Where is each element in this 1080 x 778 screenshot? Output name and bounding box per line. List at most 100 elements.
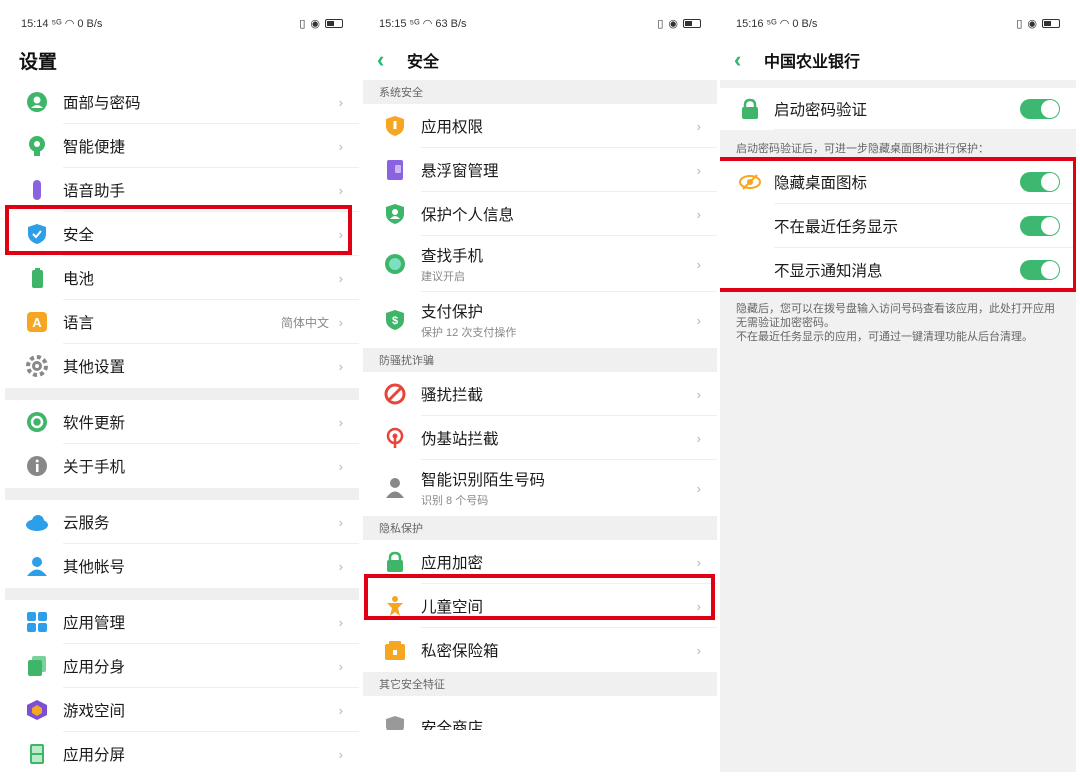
language-icon: A — [25, 310, 49, 334]
lock-icon — [738, 97, 762, 121]
hide-description-line-1: 隐藏后，您可以在拨号盘输入访问号码查看该应用，此处打开应用无需验证加密密码。 — [736, 303, 1055, 329]
settings-item-battery[interactable]: 电池 › — [5, 256, 359, 300]
settings-item-about[interactable]: 关于手机 › — [5, 444, 359, 488]
chevron-right-icon: › — [338, 94, 343, 110]
wifi-icon: ◠ — [64, 17, 75, 30]
battery-status-icon — [683, 18, 701, 28]
vibrate-icon: ▯ — [1016, 17, 1023, 30]
security-item-safe-store[interactable]: 安全商店 — [363, 696, 717, 730]
chevron-right-icon: › — [338, 514, 343, 530]
settings-item-label: 应用分身 — [63, 659, 126, 676]
status-speed: 0 B/s — [792, 17, 818, 30]
security-item-payment[interactable]: $ 支付保护 保护 12 次支付操作 › — [363, 292, 717, 348]
clone-icon — [25, 654, 49, 678]
chevron-right-icon: › — [338, 614, 343, 630]
settings-item-label: 语音助手 — [63, 183, 126, 200]
chevron-right-icon: › — [696, 256, 701, 272]
chevron-right-icon: › — [696, 312, 701, 328]
status-bar: 15:15 ⁵ᴳ ◠ 63 B/s ▯ ◉ — [363, 6, 717, 40]
chevron-right-icon: › — [338, 458, 343, 474]
safe-icon — [383, 638, 407, 662]
status-time: 15:14 — [21, 17, 49, 30]
vibrate-icon: ▯ — [299, 17, 306, 30]
settings-item-face-password[interactable]: 面部与密码 › — [5, 80, 359, 124]
security-item-unknown-number[interactable]: 智能识别陌生号码 识别 8 个号码 › — [363, 460, 717, 516]
antenna-icon — [383, 426, 407, 450]
settings-item-label: 智能便捷 — [63, 139, 126, 156]
security-item-private-safe[interactable]: 私密保险箱 › — [363, 628, 717, 672]
section-header: 系统安全 — [363, 80, 717, 104]
chevron-right-icon: › — [338, 702, 343, 718]
security-item-app-permissions[interactable]: 应用权限 › — [363, 104, 717, 148]
settings-item-update[interactable]: 软件更新 › — [5, 400, 359, 444]
settings-item-label: 其他设置 — [63, 359, 126, 376]
security-item-label: 查找手机 — [421, 248, 484, 265]
chevron-right-icon: › — [696, 162, 701, 178]
security-item-find-phone[interactable]: 查找手机 建议开启 › — [363, 236, 717, 292]
chevron-right-icon: › — [338, 658, 343, 674]
security-item-fake-station[interactable]: 伪基站拦截 › — [363, 416, 717, 460]
app-lock-detail-screen: 15:16 ⁵ᴳ ◠ 0 B/s ▯ ◉ ‹ 中国农业银行 启动密码验证 启动密码… — [720, 6, 1076, 772]
status-speed: 0 B/s — [77, 17, 103, 30]
security-item-label: 应用加密 — [421, 555, 484, 572]
back-icon[interactable]: ‹ — [377, 49, 399, 71]
status-time: 15:15 — [379, 17, 407, 30]
settings-item-other[interactable]: 其他设置 › — [5, 344, 359, 388]
vibrate-icon: ▯ — [657, 17, 664, 30]
section-header: 防骚扰诈骗 — [363, 348, 717, 372]
settings-item-label: 电池 — [63, 271, 95, 288]
chevron-right-icon: › — [696, 118, 701, 134]
game-icon — [25, 698, 49, 722]
settings-item-label: 应用管理 — [63, 615, 126, 632]
chevron-right-icon: › — [338, 314, 343, 330]
page-title: 安全 — [407, 54, 440, 71]
chevron-right-icon: › — [338, 558, 343, 574]
lock-icon — [383, 550, 407, 574]
settings-item-game-space[interactable]: 游戏空间 › — [5, 688, 359, 732]
settings-item-label: 语言 — [63, 315, 95, 332]
alarm-icon: ◉ — [1027, 17, 1037, 30]
chevron-right-icon: › — [696, 386, 701, 402]
settings-item-language[interactable]: A 语言 简体中文 › — [5, 300, 359, 344]
settings-item-app-management[interactable]: 应用管理 › — [5, 600, 359, 644]
smart-icon — [25, 134, 49, 158]
highlight-box — [720, 157, 1076, 292]
chevron-right-icon: › — [338, 182, 343, 198]
back-icon[interactable]: ‹ — [734, 49, 756, 71]
security-item-floating-window[interactable]: 悬浮窗管理 › — [363, 148, 717, 192]
highlight-box — [364, 574, 715, 620]
find-phone-icon — [383, 252, 407, 276]
security-item-label: 安全商店 — [421, 720, 484, 730]
settings-item-label: 其他帐号 — [63, 559, 126, 576]
section-divider — [5, 488, 359, 500]
password-verify-toggle[interactable] — [1020, 99, 1060, 119]
face-icon — [25, 90, 49, 114]
gear-icon — [25, 354, 49, 378]
chevron-right-icon: › — [696, 430, 701, 446]
language-value: 简体中文 — [280, 315, 329, 330]
password-verify-note: 启动密码验证后，可进一步隐藏桌面图标进行保护： — [736, 143, 989, 155]
hide-description-note: 隐藏后，您可以在拨号盘输入访问号码查看该应用，此处打开应用无需验证加密密码。 不… — [720, 292, 1076, 352]
account-icon — [25, 554, 49, 578]
settings-item-label: 游戏空间 — [63, 703, 126, 720]
settings-item-smart[interactable]: 智能便捷 › — [5, 124, 359, 168]
security-item-harassment-block[interactable]: 骚扰拦截 › — [363, 372, 717, 416]
settings-item-accounts[interactable]: 其他帐号 › — [5, 544, 359, 588]
hide-description-line-2: 不在最近任务显示的应用，可通过一键清理功能从后台清理。 — [736, 331, 1033, 343]
security-item-label: 伪基站拦截 — [421, 431, 499, 448]
chevron-right-icon: › — [696, 206, 701, 222]
settings-item-split-screen[interactable]: 应用分屏 › — [5, 732, 359, 772]
section-header: 隐私保护 — [363, 516, 717, 540]
settings-item-app-clone[interactable]: 应用分身 › — [5, 644, 359, 688]
status-speed: 63 B/s — [435, 17, 467, 30]
page-title: 中国农业银行 — [764, 54, 861, 71]
mic-icon — [25, 178, 49, 202]
status-signal: ⁵ᴳ — [766, 17, 777, 30]
settings-screen: 15:14 ⁵ᴳ ◠ 0 B/s ▯ ◉ 设置 面部与密码 › 智能便捷 › 语音助手… — [5, 6, 359, 772]
password-verify-label: 启动密码验证 — [774, 102, 868, 119]
settings-item-cloud[interactable]: 云服务 › — [5, 500, 359, 544]
settings-item-label: 关于手机 — [63, 459, 126, 476]
chevron-right-icon: › — [696, 642, 701, 658]
settings-item-label: 云服务 — [63, 515, 110, 532]
security-item-personal-info[interactable]: 保护个人信息 › — [363, 192, 717, 236]
